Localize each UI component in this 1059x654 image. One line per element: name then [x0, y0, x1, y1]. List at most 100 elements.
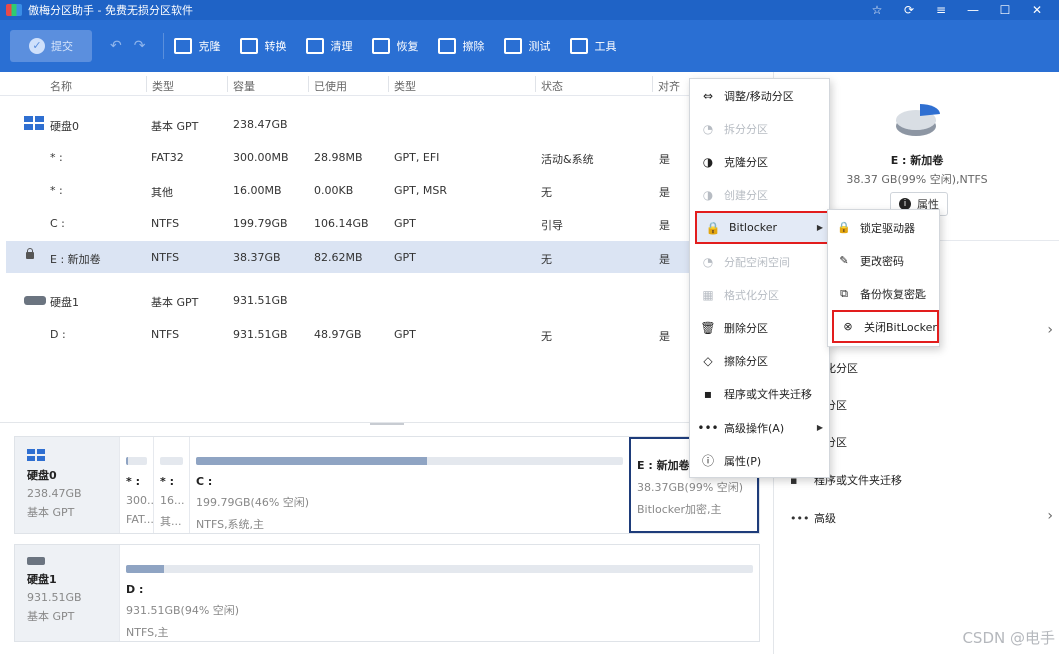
- chevron-right-icon[interactable]: ›: [1047, 508, 1053, 524]
- partition-size: 16...: [160, 494, 185, 507]
- col-capacity[interactable]: 容量: [233, 78, 255, 94]
- convert-icon: [240, 38, 259, 54]
- test-label: 测试: [528, 40, 551, 53]
- trash-icon: 🗑: [700, 320, 716, 335]
- submenu-arrow-icon: ▶: [816, 223, 823, 232]
- cell-type: NTFS: [151, 328, 180, 341]
- partition-block[interactable]: D : 931.51GB(94% 空闲) NTFS,主: [119, 545, 759, 641]
- table-row[interactable]: * : 其他 16.00MB 0.00KB GPT, MSR 无 是: [6, 174, 773, 206]
- cell-type: 基本 GPT: [151, 296, 199, 309]
- undo-icon[interactable]: ↶: [110, 38, 122, 54]
- col-align[interactable]: 对齐: [658, 78, 680, 94]
- partition-block[interactable]: * : 16... 其...: [153, 437, 189, 533]
- windows-disk-icon: [24, 116, 46, 130]
- disk-info[interactable]: 硬盘0 238.47GB 基本 GPT: [15, 437, 119, 533]
- col-fs[interactable]: 类型: [394, 78, 416, 94]
- menu-item-delete[interactable]: 🗑 删除分区: [690, 311, 829, 344]
- test-button[interactable]: 测试: [504, 38, 550, 54]
- menu-item-allocate[interactable]: ◔ 分配空闲空间: [690, 245, 829, 278]
- submenu-label: 备份恢复密匙: [860, 287, 926, 301]
- menu-item-advanced[interactable]: ••• 高级操作(A) ▶: [690, 411, 829, 444]
- cell-name: * :: [50, 151, 63, 164]
- hdd-icon: [24, 296, 46, 305]
- col-status[interactable]: 状态: [541, 78, 563, 94]
- lock-icon: 🔒: [837, 221, 851, 234]
- toolbar: ✓ 提交 ↶ ↷ 克隆 转换 清理 恢复 擦除 测试 工具: [0, 20, 1059, 72]
- clean-icon: [306, 38, 325, 54]
- usage-bar: [196, 457, 623, 465]
- maximize-button[interactable]: ☐: [989, 0, 1021, 20]
- menu-item-bitlocker[interactable]: 🔒 Bitlocker ▶: [695, 211, 829, 244]
- partition-block[interactable]: C : 199.79GB(46% 空闲) NTFS,系统,主: [189, 437, 629, 533]
- submenu-item-disable-bitlocker[interactable]: ⊗ 关闭BitLocker: [832, 310, 939, 343]
- col-type[interactable]: 类型: [152, 78, 174, 94]
- menu-item-format[interactable]: ▦ 格式化分区: [690, 278, 829, 311]
- partition-table: 名称 类型 容量 已使用 类型 状态 对齐 硬盘0 基本 GPT 238.47G…: [0, 72, 773, 422]
- table-header: 名称 类型 容量 已使用 类型 状态 对齐: [0, 72, 773, 96]
- disk-info[interactable]: 硬盘1 931.51GB 基本 GPT: [15, 545, 119, 641]
- window-controls: ☆ ⟳ ≡ — ☐ ✕: [861, 0, 1053, 20]
- cell-align: 是: [659, 330, 670, 343]
- menu-label: 创建分区: [724, 188, 768, 202]
- table-row-disk0[interactable]: 硬盘0 基本 GPT 238.47GB: [6, 108, 773, 140]
- cell-capacity: 238.47GB: [233, 118, 288, 131]
- convert-button[interactable]: 转换: [240, 38, 286, 54]
- menu-item-wipe[interactable]: ◇ 擦除分区: [690, 344, 829, 377]
- close-button[interactable]: ✕: [1021, 0, 1053, 20]
- pane-splitter[interactable]: [0, 422, 773, 434]
- title-bar: 傲梅分区助手 - 免费无损分区软件 ☆ ⟳ ≡ — ☐ ✕: [0, 0, 1059, 20]
- cell-fs: GPT: [394, 328, 416, 341]
- col-used[interactable]: 已使用: [314, 78, 347, 94]
- submenu-item-lock-drive[interactable]: 🔒 锁定驱动器: [828, 211, 939, 244]
- table-row-selected[interactable]: E : 新加卷 NTFS 38.37GB 82.62MB GPT 无 是: [6, 241, 773, 273]
- lock-icon: 🔒: [705, 220, 721, 235]
- menu-item-split[interactable]: ◔ 拆分分区: [690, 112, 829, 145]
- recover-button[interactable]: 恢复: [372, 38, 418, 54]
- clone-icon: [174, 38, 193, 54]
- split-icon: ◔: [702, 121, 714, 136]
- cell-name: D :: [50, 328, 66, 341]
- chevron-right-icon[interactable]: ›: [1047, 322, 1053, 338]
- cell-status: 引导: [541, 219, 563, 232]
- submenu-item-backup-key[interactable]: ⧉ 备份恢复密匙: [828, 277, 939, 310]
- op-advanced[interactable]: ••• 高级: [790, 510, 836, 526]
- favorite-icon[interactable]: ☆: [861, 0, 893, 20]
- menu-icon[interactable]: ≡: [925, 0, 957, 20]
- cell-used: 28.98MB: [314, 151, 363, 164]
- disk-map-disk1: 硬盘1 931.51GB 基本 GPT D : 931.51GB(94% 空闲)…: [14, 544, 760, 642]
- copy-icon: ⧉: [840, 286, 848, 300]
- check-icon: ✓: [29, 38, 45, 54]
- minimize-button[interactable]: —: [957, 0, 989, 20]
- menu-label: 属性(P): [724, 454, 762, 468]
- cell-name: E : 新加卷: [50, 253, 101, 266]
- clone-button[interactable]: 克隆: [174, 38, 220, 54]
- app-logo-icon: [6, 4, 22, 16]
- partition-fs: 其...: [160, 515, 182, 528]
- submit-button[interactable]: ✓ 提交: [10, 30, 92, 62]
- menu-item-resize[interactable]: ⇔ 调整/移动分区: [690, 79, 829, 112]
- wipe-button[interactable]: 擦除: [438, 38, 484, 54]
- splitter-grip[interactable]: [370, 423, 404, 425]
- bitlocker-submenu: 🔒 锁定驱动器 ✎ 更改密码 ⧉ 备份恢复密匙 ⊗ 关闭BitLocker: [827, 209, 940, 347]
- partition-fs: NTFS,系统,主: [196, 518, 265, 531]
- menu-label: 拆分分区: [724, 122, 768, 136]
- refresh-icon[interactable]: ⟳: [893, 0, 925, 20]
- cell-used: 82.62MB: [314, 251, 363, 264]
- table-row[interactable]: C : NTFS 199.79GB 106.14GB GPT 引导 是: [6, 207, 773, 239]
- menu-item-properties[interactable]: ⓘ 属性(P): [690, 444, 829, 477]
- col-name[interactable]: 名称: [50, 78, 72, 94]
- redo-icon[interactable]: ↷: [134, 38, 146, 54]
- table-row[interactable]: D : NTFS 931.51GB 48.97GB GPT 无 是: [6, 318, 773, 350]
- menu-item-create[interactable]: ◑ 创建分区: [690, 178, 829, 211]
- table-row-disk1[interactable]: 硬盘1 基本 GPT 931.51GB: [6, 284, 773, 316]
- partition-block[interactable]: * : 300... FAT...: [119, 437, 153, 533]
- info-icon: ⓘ: [701, 454, 714, 468]
- table-row[interactable]: * : FAT32 300.00MB 28.98MB GPT, EFI 活动&系…: [6, 141, 773, 173]
- menu-item-migrate[interactable]: ▪ 程序或文件夹迁移: [690, 377, 829, 410]
- wipe-label: 擦除: [462, 40, 485, 53]
- clean-button[interactable]: 清理: [306, 38, 352, 54]
- tools-button[interactable]: 工具: [570, 38, 616, 54]
- submenu-item-change-password[interactable]: ✎ 更改密码: [828, 244, 939, 277]
- menu-item-clone[interactable]: ◑ 克隆分区: [690, 145, 829, 178]
- context-menu: ⇔ 调整/移动分区 ◔ 拆分分区 ◑ 克隆分区 ◑ 创建分区 🔒 Bitlocker ▶ ◔…: [689, 78, 830, 478]
